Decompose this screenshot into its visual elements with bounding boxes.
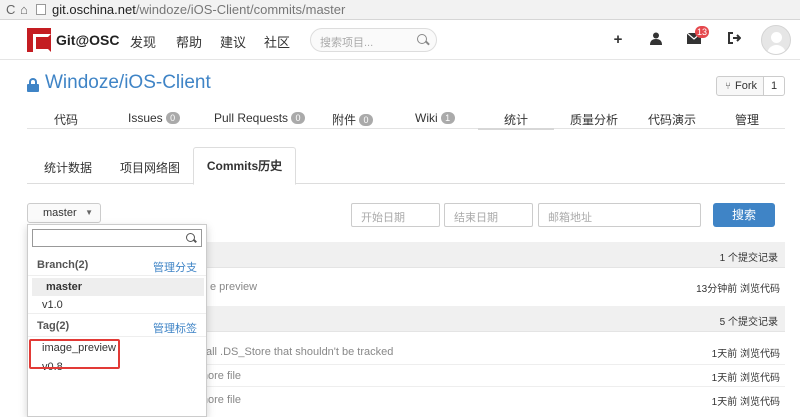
subtab-network-graph[interactable]: 项目网络图 — [120, 159, 180, 176]
tab-attachments[interactable]: 附件 0 — [332, 111, 374, 128]
count-badge: 0 — [291, 112, 306, 124]
start-date-input[interactable]: 开始日期 — [351, 203, 440, 227]
browse-code-link[interactable]: 浏览代码 — [740, 349, 780, 360]
email-placeholder: 邮箱地址 — [548, 212, 592, 224]
avatar[interactable] — [761, 25, 791, 55]
commit-meta: 1天前 浏览代码 — [712, 369, 780, 384]
manage-branches-link[interactable]: 管理分支 — [153, 259, 197, 275]
nav-link-community[interactable]: 社区 — [264, 32, 290, 51]
stats-subtabs: 统计数据 项目网络图 Commits历史 — [27, 147, 785, 185]
search-button[interactable]: 搜索 — [713, 203, 775, 227]
browse-code-link[interactable]: 浏览代码 — [740, 284, 780, 295]
branch-option-master[interactable]: master — [46, 281, 82, 293]
private-lock-icon — [27, 78, 39, 92]
tag-heading: Tag(2) — [37, 320, 70, 332]
tab-label: 统计 — [504, 113, 529, 127]
count-badge: 0 — [165, 112, 180, 124]
commit-meta: 1天前 浏览代码 — [712, 393, 780, 408]
dropdown-divider — [28, 275, 206, 276]
brand-name[interactable]: Git@OSC — [56, 32, 119, 48]
commit-count: 5 个提交记录 — [719, 317, 778, 328]
commit-meta: 13分钟前 浏览代码 — [696, 280, 780, 295]
tab-label: Wiki — [415, 111, 438, 125]
browse-code-link[interactable]: 浏览代码 — [740, 397, 780, 408]
caret-down-icon: ▼ — [85, 208, 93, 217]
tab-pull-requests[interactable]: Pull Requests 0 — [214, 111, 306, 125]
url-path: /windoze/iOS-Client/commits/master — [135, 2, 346, 17]
tab-demo[interactable]: 代码演示 — [648, 111, 696, 128]
count-badge: 1 — [440, 112, 455, 124]
repo-title[interactable]: Windoze/iOS-Client — [45, 72, 211, 94]
page-icon — [36, 4, 46, 15]
reload-icon[interactable]: C — [6, 2, 15, 17]
home-icon[interactable]: ⌂ — [20, 2, 28, 17]
end-date-input[interactable]: 结束日期 — [444, 203, 533, 227]
nav-link-discover[interactable]: 发现 — [130, 32, 156, 51]
fork-button[interactable]: ⑂ Fork — [716, 76, 764, 96]
tab-quality[interactable]: 质量分析 — [570, 111, 618, 128]
commit-count: 1 个提交记录 — [719, 253, 778, 264]
tab-label: Issues — [128, 111, 163, 125]
logout-icon[interactable] — [726, 32, 742, 48]
search-placeholder: 搜索项目... — [320, 37, 374, 49]
url-domain: git.oschina.net — [52, 2, 136, 17]
commit-message[interactable]: all .DS_Store that shouldn't be tracked — [206, 346, 393, 358]
dropdown-divider — [28, 313, 206, 314]
annotation-highlight-box — [29, 339, 120, 369]
selected-branch: master — [43, 207, 77, 219]
branch-heading: Branch(2) — [37, 259, 89, 271]
browse-code-link[interactable]: 浏览代码 — [740, 373, 780, 384]
notification-badge[interactable]: 13 — [695, 26, 710, 38]
search-icon — [186, 233, 195, 242]
subtab-commit-history[interactable]: Commits历史 — [193, 147, 296, 185]
tab-label: 管理 — [735, 113, 760, 127]
tab-statistics[interactable]: 统计 — [504, 111, 528, 128]
fork-label: Fork — [735, 80, 757, 92]
branch-select[interactable]: master ▼ — [27, 203, 101, 223]
address-field[interactable]: git.oschina.net/windoze/iOS-Client/commi… — [52, 2, 345, 17]
commit-time: 1天前 — [711, 349, 738, 360]
tab-label: Pull Requests — [214, 111, 289, 125]
fork-count[interactable]: 1 — [763, 76, 785, 96]
commit-time: 1天前 — [711, 397, 738, 408]
top-navbar: Git@OSC 发现 帮助 建议 社区 搜索项目... + 13 — [0, 20, 800, 60]
project-tabs: 代码 Issues 0 Pull Requests 0 附件 0 Wiki 1 统计 质… — [27, 107, 785, 129]
tab-label: 质量分析 — [570, 113, 619, 127]
nav-link-help[interactable]: 帮助 — [176, 32, 202, 51]
commit-time: 13分钟前 — [696, 284, 738, 295]
fork-icon: ⑂ — [725, 81, 731, 92]
nav-link-suggest[interactable]: 建议 — [220, 32, 246, 51]
dropdown-divider — [28, 336, 206, 337]
start-date-placeholder: 开始日期 — [361, 212, 405, 224]
tab-wiki[interactable]: Wiki 1 — [415, 111, 455, 125]
branch-option-v1[interactable]: v1.0 — [42, 299, 63, 311]
tab-label: 附件 — [332, 113, 357, 127]
plus-icon[interactable]: + — [610, 32, 626, 48]
manage-tags-link[interactable]: 管理标签 — [153, 320, 197, 336]
project-search-input[interactable]: 搜索项目... — [310, 28, 437, 52]
user-icon[interactable] — [648, 32, 664, 48]
logo-icon[interactable] — [27, 28, 51, 52]
email-input[interactable]: 邮箱地址 — [538, 203, 701, 227]
tab-issues[interactable]: Issues 0 — [128, 111, 180, 125]
tab-manage[interactable]: 管理 — [735, 111, 759, 128]
commit-meta: 1天前 浏览代码 — [712, 345, 780, 360]
tab-code[interactable]: 代码 — [54, 111, 78, 128]
end-date-placeholder: 结束日期 — [454, 212, 498, 224]
commit-time: 1天前 — [711, 373, 738, 384]
subtab-stats-data[interactable]: 统计数据 — [44, 159, 92, 176]
dropdown-filter-input[interactable] — [32, 229, 202, 247]
count-badge: 0 — [359, 114, 374, 126]
search-icon[interactable] — [417, 34, 427, 44]
tab-label: 代码演示 — [648, 113, 697, 127]
active-tab-indicator — [478, 128, 554, 130]
branch-tag-dropdown: Branch(2) 管理分支 master v1.0 Tag(2) 管理标签 i… — [27, 224, 207, 417]
commit-message[interactable]: e preview — [210, 281, 257, 293]
browser-url-bar: C ⌂ git.oschina.net/windoze/iOS-Client/c… — [0, 0, 800, 20]
tab-label: 代码 — [54, 113, 79, 127]
